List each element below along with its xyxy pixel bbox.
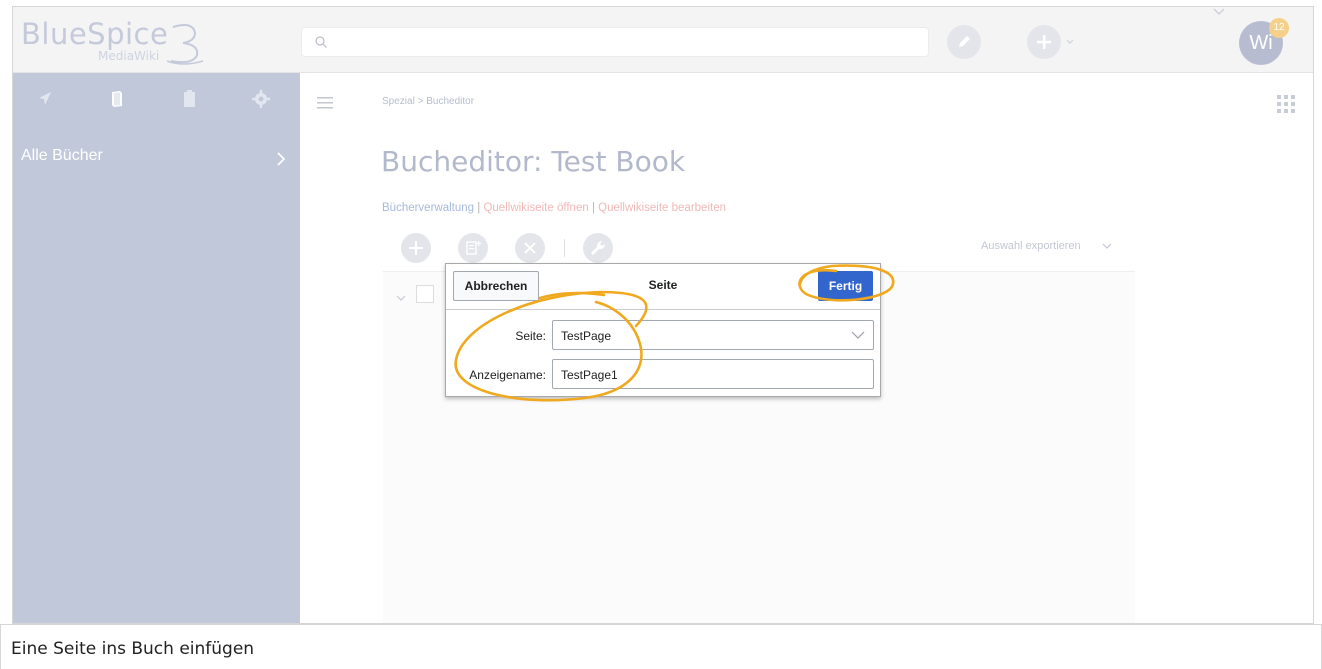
pencil-icon: [959, 36, 970, 47]
page-combobox[interactable]: TestPage: [552, 320, 874, 350]
chapter-icon: [466, 241, 482, 255]
plus-icon: [1037, 35, 1051, 49]
breadcrumb: Spezial > Bucheditor: [382, 96, 474, 107]
link-edit-source-page[interactable]: Quellwikiseite bearbeiten: [598, 202, 726, 214]
sidebar-tabs: [13, 73, 300, 125]
breadcrumb-separator: >: [417, 96, 424, 107]
sidebar-item-label: Alle Bücher: [21, 147, 103, 164]
search-icon: [315, 36, 327, 48]
gear-icon[interactable]: [249, 87, 273, 111]
add-chapter-button[interactable]: [458, 233, 488, 263]
settings-tool-button[interactable]: [583, 233, 613, 263]
display-name-input[interactable]: TestPage1: [552, 359, 874, 389]
logo-subtitle: MediaWiki: [98, 49, 160, 63]
hamburger-menu-icon[interactable]: [317, 95, 335, 111]
page-combobox-value: TestPage: [561, 329, 612, 343]
page-dialog: Seite Abbrechen Fertig Seite: TestPage A…: [445, 263, 881, 397]
avatar-initials: Wi: [1249, 32, 1273, 54]
page-action-links: Bücherverwaltung | Quellwikiseite öffnen…: [382, 202, 726, 214]
done-button[interactable]: Fertig: [818, 271, 873, 301]
link-separator: |: [591, 202, 595, 214]
logo-wordmark: BlueSpice: [21, 17, 169, 51]
screenshot-frame: BlueSpice MediaWiki Wi 12 Alle Bücher Sp…: [12, 6, 1314, 624]
logo-three-mark-icon: [166, 24, 204, 65]
user-menu-chevron-icon[interactable]: [1211, 7, 1227, 17]
page-title: Bucheditor: Test Book: [381, 145, 686, 178]
remove-node-button[interactable]: [515, 233, 545, 263]
link-book-management[interactable]: Bücherverwaltung: [382, 202, 474, 214]
bluespice-logo[interactable]: BlueSpice MediaWiki: [21, 17, 221, 65]
chevron-down-icon[interactable]: [851, 331, 865, 340]
edit-button[interactable]: [947, 25, 981, 59]
wrench-icon: [591, 240, 606, 255]
notification-badge[interactable]: 12: [1269, 18, 1289, 38]
chevron-right-icon: [277, 152, 286, 166]
navigation-arrow-icon[interactable]: [33, 87, 57, 111]
link-open-source-page[interactable]: Quellwikiseite öffnen: [483, 202, 588, 214]
chevron-down-icon[interactable]: [1101, 241, 1113, 251]
top-header: BlueSpice MediaWiki Wi 12: [13, 7, 1313, 73]
book-icon[interactable]: [105, 87, 129, 111]
apps-grid-icon[interactable]: [1276, 94, 1296, 114]
display-name-field-label: Anzeigename:: [469, 368, 546, 382]
plus-icon: [409, 241, 423, 255]
clipboard-icon[interactable]: [177, 87, 201, 111]
breadcrumb-parent[interactable]: Spezial: [382, 96, 415, 107]
export-selection-dropdown[interactable]: Auswahl exportieren: [981, 240, 1081, 252]
breadcrumb-current[interactable]: Bucheditor: [426, 96, 474, 107]
tree-node-checkbox[interactable]: [416, 285, 434, 303]
chevron-down-icon[interactable]: [1064, 35, 1076, 47]
figure-caption-area: Eine Seite ins Buch einfügen: [0, 624, 1322, 669]
search-input[interactable]: [301, 27, 929, 57]
add-node-button[interactable]: [401, 233, 431, 263]
link-separator: |: [477, 202, 481, 214]
create-new-button[interactable]: [1027, 25, 1061, 59]
sidebar-item-all-books[interactable]: Alle Bücher: [13, 143, 300, 175]
close-icon: [524, 242, 536, 254]
figure-caption: Eine Seite ins Buch einfügen: [11, 639, 255, 659]
cancel-button[interactable]: Abbrechen: [453, 271, 539, 301]
left-sidebar: Alle Bücher: [13, 73, 300, 623]
toolbar-divider: [564, 239, 565, 257]
display-name-input-value: TestPage1: [561, 368, 618, 382]
page-field-label: Seite:: [515, 329, 546, 343]
tree-expand-chevron-icon[interactable]: [395, 293, 407, 303]
dialog-header: Seite Abbrechen Fertig: [446, 264, 880, 310]
